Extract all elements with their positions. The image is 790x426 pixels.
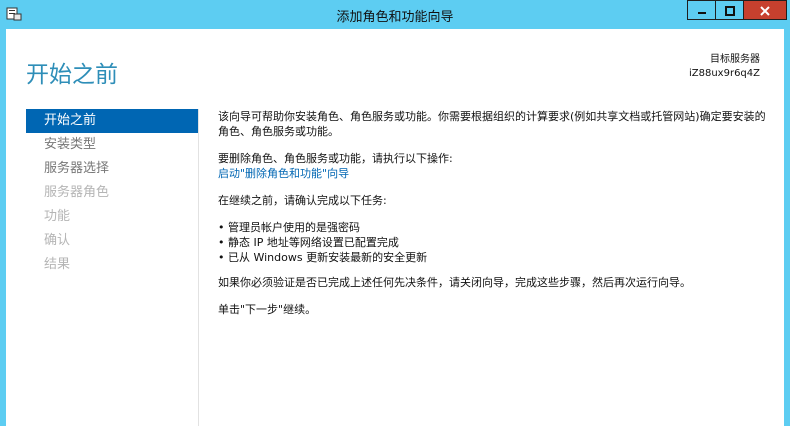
list-item: • 管理员帐户使用的是强密码 <box>218 221 360 234</box>
list-item: • 静态 IP 地址等网络设置已配置完成 <box>218 236 399 249</box>
nav-item-before-you-begin[interactable]: 开始之前 <box>26 109 198 133</box>
wizard-nav: 开始之前 安装类型 服务器选择 服务器角色 功能 确认 结果 <box>26 109 198 277</box>
wizard-window: 添加角色和功能向导 开始之前 目标服务器 iZ88ux9r6q4Z 开始之前 安… <box>0 0 790 426</box>
nav-item-server-selection[interactable]: 服务器选择 <box>26 157 198 181</box>
wizard-body: 开始之前 目标服务器 iZ88ux9r6q4Z 开始之前 安装类型 服务器选择 … <box>6 29 784 426</box>
target-server: 目标服务器 iZ88ux9r6q4Z <box>689 53 760 81</box>
nav-item-server-roles: 服务器角色 <box>44 185 110 200</box>
content-pane: 该向导可帮助你安装角色、角色服务或功能。你需要根据组织的计算要求(例如共享文档或… <box>218 109 773 329</box>
remove-section: 要删除角色、角色服务或功能，请执行以下操作: 启动"删除角色和功能"向导 <box>218 151 773 181</box>
close-button[interactable] <box>743 0 787 20</box>
nav-item-confirmation: 确认 <box>44 233 71 248</box>
task-text: 静态 IP 地址等网络设置已配置完成 <box>228 236 399 249</box>
verify-note: 如果你必须验证是否已完成上述任何先决条件，请关闭向导，完成这些步骤，然后再次运行… <box>218 276 691 289</box>
task-text: 管理员帐户使用的是强密码 <box>228 221 360 234</box>
target-server-name: iZ88ux9r6q4Z <box>688 68 760 79</box>
page-title: 开始之前 <box>26 62 118 88</box>
next-note: 单击"下一步"继续。 <box>218 303 317 316</box>
close-icon <box>759 1 771 20</box>
nav-item-features: 功能 <box>44 209 71 224</box>
remove-roles-link[interactable]: 启动"删除角色和功能"向导 <box>218 167 349 180</box>
window-title: 添加角色和功能向导 <box>336 10 454 25</box>
target-server-label: 目标服务器 <box>710 54 760 65</box>
nav-item-results: 结果 <box>44 257 71 272</box>
maximize-button[interactable] <box>715 0 744 20</box>
before-continue-text: 在继续之前，请确认完成以下任务: <box>218 194 387 207</box>
task-text: 已从 Windows 更新安装最新的安全更新 <box>228 251 428 264</box>
minimize-icon <box>696 1 708 20</box>
remove-instruction: 要删除角色、角色服务或功能，请执行以下操作: <box>218 152 453 165</box>
title-bar[interactable]: 添加角色和功能向导 <box>0 0 790 29</box>
maximize-icon <box>724 1 736 20</box>
list-item: • 已从 Windows 更新安装最新的安全更新 <box>218 251 428 264</box>
intro-text: 该向导可帮助你安装角色、角色服务或功能。你需要根据组织的计算要求(例如共享文档或… <box>218 110 766 138</box>
nav-divider <box>198 109 199 426</box>
task-list: • 管理员帐户使用的是强密码 • 静态 IP 地址等网络设置已配置完成 • 已从… <box>218 220 773 265</box>
nav-item-installation-type[interactable]: 安装类型 <box>26 133 198 157</box>
window-controls <box>687 0 787 20</box>
minimize-button[interactable] <box>687 0 716 20</box>
